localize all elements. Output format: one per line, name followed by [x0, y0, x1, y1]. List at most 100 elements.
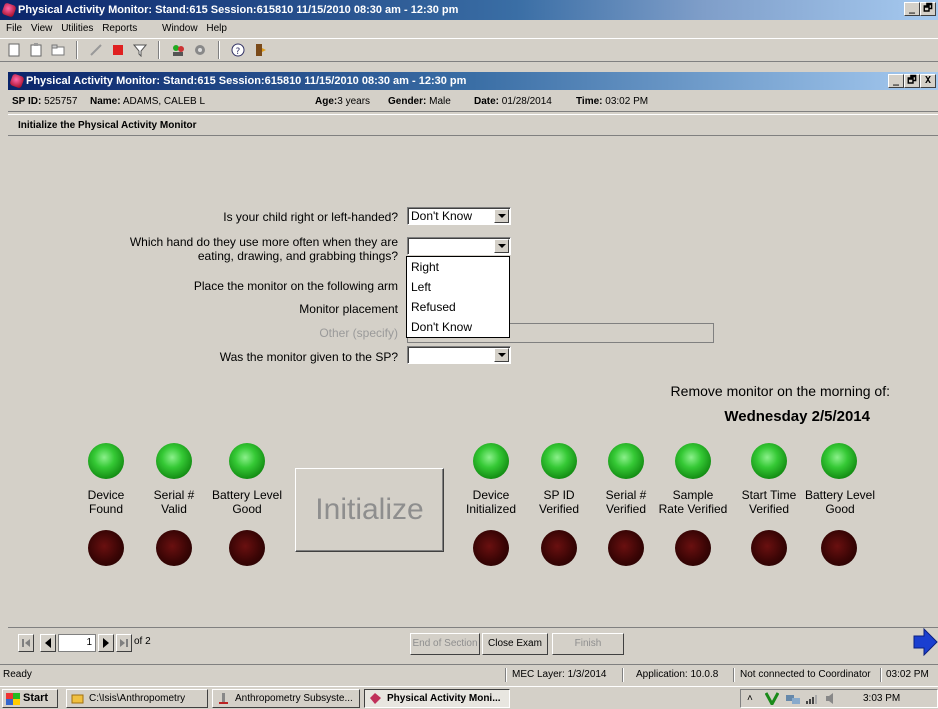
serial-verified-green-light: [608, 443, 644, 479]
battery-good-right-green-light: [821, 443, 857, 479]
stop-icon[interactable]: [110, 42, 126, 58]
monitor-placement-label: Monitor placement: [299, 302, 398, 316]
task-physical-activity-monitor[interactable]: Physical Activity Moni...: [364, 689, 510, 708]
serial-valid-green-light: [156, 443, 192, 479]
end-of-section-button[interactable]: End of Section: [410, 633, 480, 655]
first-page-button[interactable]: [18, 634, 34, 652]
toolbar: ?: [0, 38, 938, 62]
next-page-button[interactable]: [98, 634, 114, 652]
folder-icon[interactable]: [50, 42, 66, 58]
document-title: Physical Activity Monitor: Stand:615 Ses…: [26, 75, 467, 87]
window-title-bar[interactable]: Physical Activity Monitor: Stand:615 Ses…: [0, 0, 938, 20]
option-dont-know[interactable]: Don't Know: [407, 317, 509, 337]
help-icon[interactable]: ?: [230, 42, 246, 58]
menu-reports[interactable]: Reports: [102, 23, 137, 34]
monitor-given-select[interactable]: [407, 346, 511, 364]
menu-file[interactable]: File: [6, 23, 22, 34]
close-exam-button[interactable]: Close Exam: [482, 633, 548, 655]
menu-bar: File View Utilities Reports Window Help: [0, 20, 938, 38]
age-label: Age:: [315, 96, 338, 107]
app-icon: [1, 2, 17, 18]
indicator-label-line2: Rate Verified: [658, 502, 728, 516]
arm-placement-question: Place the monitor on the following arm: [193, 279, 398, 293]
speaker-icon[interactable]: [825, 692, 839, 705]
next-arrow-icon[interactable]: [912, 628, 938, 656]
section-title: Initialize the Physical Activity Monitor: [8, 114, 938, 136]
inner-restore-button[interactable]: 🗗: [904, 74, 920, 88]
finish-button[interactable]: Finish: [552, 633, 624, 655]
menu-window[interactable]: Window: [162, 23, 198, 34]
device-found-green-light: [88, 443, 124, 479]
option-refused[interactable]: Refused: [407, 297, 509, 317]
handedness-value: Don't Know: [411, 209, 472, 223]
hand-use-select[interactable]: [407, 237, 511, 255]
gender-label: Gender:: [388, 96, 427, 107]
indicator-label-line1: Battery Level: [804, 488, 876, 502]
menu-help[interactable]: Help: [206, 23, 227, 34]
previous-page-icon: [45, 638, 51, 648]
status-time: 03:02 PM: [886, 669, 929, 680]
battery-good-green-light: [229, 443, 265, 479]
pen-icon[interactable]: [88, 42, 104, 58]
serial-verified-red-light: [608, 530, 644, 566]
menu-view[interactable]: View: [31, 23, 53, 34]
task-anthropometry-folder[interactable]: C:\Isis\Anthropometry: [66, 689, 208, 708]
chevron-down-icon[interactable]: [494, 348, 509, 362]
signal-bars-icon[interactable]: [805, 693, 821, 704]
document-title-bar[interactable]: Physical Activity Monitor: Stand:615 Ses…: [8, 72, 938, 90]
window-title: Physical Activity Monitor: Stand:615 Ses…: [18, 4, 459, 16]
page-number-input[interactable]: 1: [58, 634, 96, 652]
sp-id-label: SP ID:: [12, 96, 42, 107]
menu-utilities[interactable]: Utilities: [61, 23, 93, 34]
new-page-icon[interactable]: [6, 42, 22, 58]
page-count-label: of 2: [134, 636, 151, 647]
task-anthropometry-subsystem[interactable]: Anthropometry Subsyste...: [212, 689, 360, 708]
chevron-down-icon[interactable]: [494, 239, 509, 253]
status-mec-layer: MEC Layer: 1/3/2014: [512, 669, 607, 680]
chevron-up-icon[interactable]: ˄: [747, 690, 753, 707]
restore-button[interactable]: 🗗: [920, 2, 936, 16]
filter-icon[interactable]: [132, 42, 148, 58]
sample-rate-verified-label: Sample Rate Verified: [648, 488, 738, 516]
task-label: C:\Isis\Anthropometry: [89, 693, 186, 704]
security-icon[interactable]: [765, 692, 779, 705]
participant-info: SP ID: 525757 Name: ADAMS, CALEB L Age:3…: [8, 92, 938, 112]
device-initialized-label: Device Initialized: [452, 488, 530, 516]
clipboard-icon[interactable]: [28, 42, 44, 58]
battery-good-right-red-light: [821, 530, 857, 566]
indicator-label-line1: Battery Level: [211, 488, 283, 502]
gender-value: Male: [429, 96, 451, 107]
handedness-select[interactable]: Don't Know: [407, 207, 511, 225]
minimize-button[interactable]: _: [904, 2, 920, 16]
toolbar-separator: [158, 41, 160, 59]
inner-close-button[interactable]: X: [920, 74, 936, 88]
hand-use-question-line2: eating, drawing, and grabbing things?: [197, 249, 398, 263]
app-icon: [370, 693, 381, 704]
start-time-verified-red-light: [751, 530, 787, 566]
start-button[interactable]: Start: [2, 689, 58, 708]
users-icon[interactable]: [170, 42, 186, 58]
initialize-button[interactable]: Initialize: [295, 468, 444, 552]
date-label: Date:: [474, 96, 500, 107]
last-page-icon: [120, 639, 128, 647]
name-label: Name:: [90, 96, 121, 107]
other-specify-label: Other (specify): [319, 326, 398, 340]
indicator-label-line2: Good: [232, 502, 262, 516]
inner-minimize-button[interactable]: _: [888, 74, 904, 88]
task-label: Physical Activity Moni...: [387, 693, 501, 704]
exit-door-icon[interactable]: [252, 42, 268, 58]
time-value: 03:02 PM: [605, 96, 649, 107]
last-page-button[interactable]: [116, 634, 132, 652]
previous-page-button[interactable]: [40, 634, 56, 652]
option-right[interactable]: Right: [407, 257, 509, 277]
option-left[interactable]: Left: [407, 277, 509, 297]
gear-icon[interactable]: [192, 42, 208, 58]
folder-icon: [71, 694, 84, 704]
network-icon[interactable]: [785, 692, 801, 705]
ruler-icon: [219, 693, 228, 704]
battery-good-right-label: Battery Level Good: [795, 488, 885, 516]
remove-monitor-label: Remove monitor on the morning of:: [670, 383, 890, 399]
taskbar: Start C:\Isis\Anthropometry Anthropometr…: [0, 686, 938, 709]
sample-rate-verified-green-light: [675, 443, 711, 479]
chevron-down-icon[interactable]: [494, 209, 509, 223]
